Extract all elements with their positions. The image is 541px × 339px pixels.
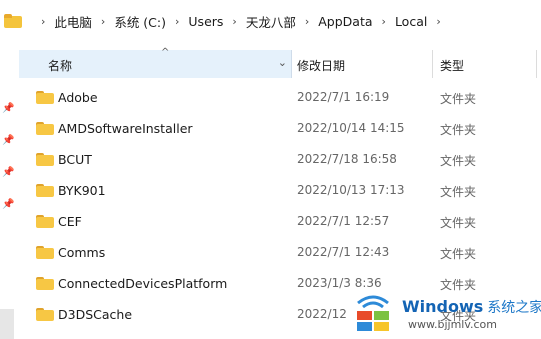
folder-icon [36, 246, 54, 259]
file-date: 2022/7/1 12:43 [297, 245, 390, 259]
watermark-brand: Windows [402, 297, 484, 316]
breadcrumb-system-c[interactable]: 系统 (C:) [114, 12, 166, 31]
sort-ascending-icon: ^ [161, 47, 170, 58]
breadcrumb-local[interactable]: Local [395, 14, 427, 29]
pin-icon[interactable]: 📌 [2, 136, 14, 146]
file-row[interactable]: Comms 2022/7/1 12:43 文件夹 [19, 237, 541, 268]
breadcrumb-this-pc[interactable]: 此电脑 [54, 12, 92, 31]
chevron-right-icon[interactable]: › [305, 15, 309, 28]
file-type: 文件夹 [440, 216, 477, 230]
file-name: D3DSCache [58, 307, 133, 322]
breadcrumb-appdata[interactable]: AppData [318, 14, 372, 29]
folder-icon [36, 91, 54, 104]
folder-icon [36, 308, 54, 321]
folder-icon [36, 215, 54, 228]
file-name: AMDSoftwareInstaller [58, 121, 193, 136]
file-date: 2022/12 [297, 307, 347, 321]
column-header-name[interactable]: ^ 名称 ⌄ [19, 47, 292, 78]
file-date: 2022/10/14 14:15 [297, 121, 405, 135]
folder-icon [4, 14, 22, 28]
chevron-right-icon[interactable]: › [41, 15, 45, 28]
pin-icon[interactable]: 📌 [2, 104, 14, 114]
column-header-name-label: 名称 [48, 59, 73, 73]
scrollbar[interactable] [0, 309, 14, 339]
watermark-url: www.bjjmlv.com [408, 318, 497, 331]
folder-icon [36, 122, 54, 135]
column-divider[interactable] [536, 50, 537, 78]
folder-icon [36, 277, 54, 290]
watermark-brand-cn: 系统之家 [487, 300, 541, 316]
file-type: 文件夹 [440, 185, 477, 199]
column-divider[interactable] [432, 50, 433, 78]
breadcrumb-user[interactable]: 天龙八部 [246, 12, 296, 31]
file-type: 文件夹 [440, 247, 477, 261]
chevron-right-icon[interactable]: › [436, 15, 440, 28]
file-name: BCUT [58, 152, 92, 167]
navigation-pane-edge: 📌 📌 📌 📌 [0, 42, 18, 339]
folder-icon [36, 153, 54, 166]
file-type: 文件夹 [440, 154, 477, 168]
file-row[interactable]: BCUT 2022/7/18 16:58 文件夹 [19, 144, 541, 175]
pin-icon[interactable]: 📌 [2, 200, 14, 210]
pin-icon[interactable]: 📌 [2, 168, 14, 178]
file-name: CEF [58, 214, 82, 229]
chevron-right-icon[interactable]: › [175, 15, 179, 28]
file-date: 2022/7/1 16:19 [297, 90, 390, 104]
file-date: 2022/7/18 16:58 [297, 152, 397, 166]
file-type: 文件夹 [440, 123, 477, 137]
folder-icon [36, 184, 54, 197]
chevron-right-icon[interactable]: › [101, 15, 105, 28]
file-date: 2022/10/13 17:13 [297, 183, 405, 197]
file-date: 2022/7/1 12:57 [297, 214, 390, 228]
watermark-title: Windows 系统之家 [402, 297, 541, 317]
file-name: Comms [58, 245, 106, 260]
windows-logo-icon [357, 295, 389, 331]
column-header-row: ^ 名称 ⌄ 修改日期 类型 [19, 47, 541, 78]
chevron-right-icon[interactable]: › [382, 15, 386, 28]
file-name: BYK901 [58, 183, 106, 198]
watermark: Windows 系统之家 www.bjjmlv.com [352, 287, 541, 339]
address-bar[interactable]: › 此电脑 › 系统 (C:) › Users › 天龙八部 › AppData… [0, 0, 541, 42]
file-type: 文件夹 [440, 92, 477, 106]
file-row[interactable]: Adobe 2022/7/1 16:19 文件夹 [19, 82, 541, 113]
chevron-right-icon[interactable]: › [232, 15, 236, 28]
chevron-down-icon[interactable]: ⌄ [278, 56, 287, 69]
file-name: Adobe [58, 90, 98, 105]
breadcrumb-users[interactable]: Users [188, 14, 223, 29]
file-row[interactable]: BYK901 2022/10/13 17:13 文件夹 [19, 175, 541, 206]
file-name: ConnectedDevicesPlatform [58, 276, 228, 291]
file-row[interactable]: CEF 2022/7/1 12:57 文件夹 [19, 206, 541, 237]
column-header-date[interactable]: 修改日期 [297, 57, 345, 74]
file-row[interactable]: AMDSoftwareInstaller 2022/10/14 14:15 文件… [19, 113, 541, 144]
column-header-type[interactable]: 类型 [440, 57, 464, 74]
